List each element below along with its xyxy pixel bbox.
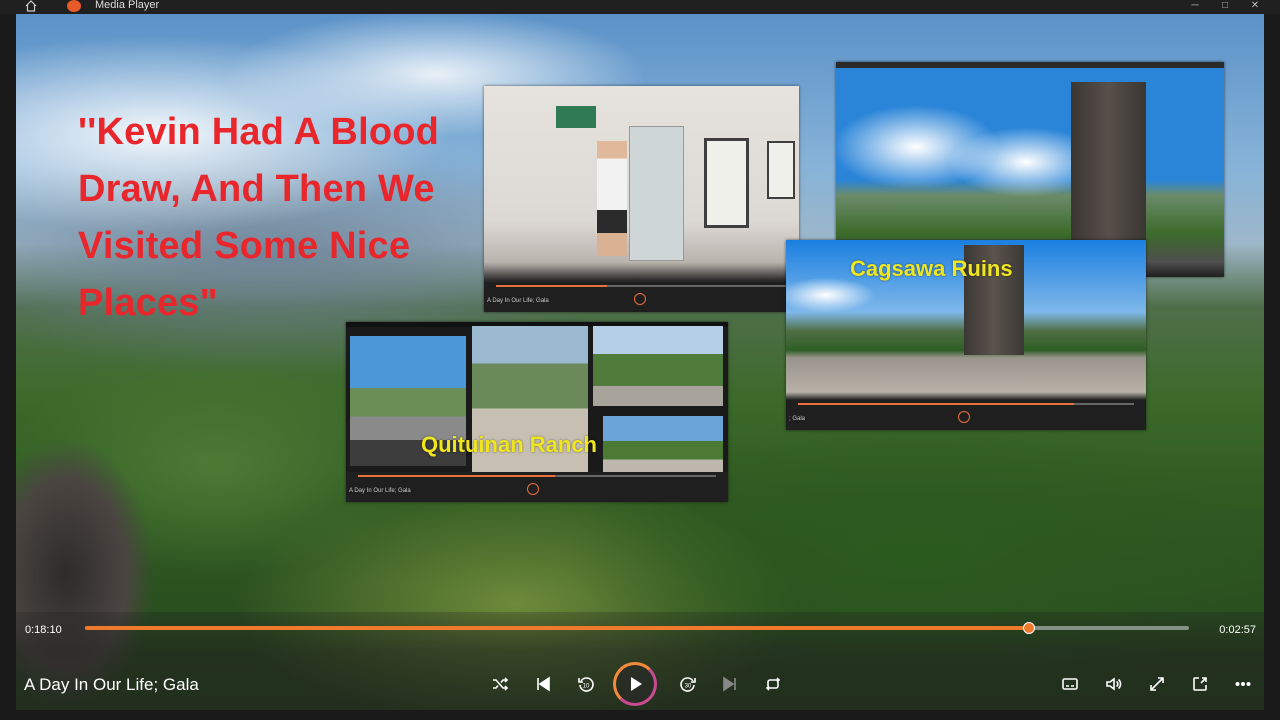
shuffle-icon [493, 677, 509, 691]
maximize-button[interactable]: □ [1210, 0, 1240, 12]
media-title: A Day In Our Life; Gala [24, 675, 199, 694]
play-button[interactable] [613, 662, 657, 706]
more-options-button[interactable] [1229, 670, 1257, 698]
seek-bar[interactable] [85, 622, 1189, 634]
video-frame[interactable]: ''Kevin Had A Blood Draw, And Then We Vi… [16, 14, 1264, 710]
notice-board-small [767, 141, 795, 199]
forward-30-button[interactable]: 30 [674, 670, 702, 698]
ranch-photo-4 [603, 416, 723, 478]
svg-text:30: 30 [685, 684, 692, 690]
play-icon [631, 677, 642, 691]
captions-button[interactable] [1056, 670, 1084, 698]
miniplayer-button[interactable] [1186, 670, 1214, 698]
more-icon [1235, 682, 1251, 687]
svg-text:10: 10 [583, 684, 590, 690]
next-button[interactable] [716, 670, 744, 698]
forward-30-icon: 30 [680, 677, 696, 692]
shuffle-button[interactable] [486, 670, 514, 698]
embedded-title: ; Gala [789, 416, 806, 422]
label-cagsawa-ruins: Cagsawa Ruins [850, 256, 1013, 281]
duration: 0:02:57 [1219, 624, 1256, 636]
title-bar: Media Player ─ □ ✕ [0, 0, 1280, 14]
captions-icon [1062, 678, 1078, 690]
lab-sign [556, 106, 596, 128]
repeat-icon [765, 677, 781, 691]
embedded-title: A Day In Our Life; Gala [349, 488, 411, 494]
embedded-control-bar: ; Gala [786, 400, 1146, 430]
video-headline: ''Kevin Had A Blood Draw, And Then We Vi… [78, 111, 440, 324]
volume-button[interactable] [1100, 670, 1128, 698]
repeat-button[interactable] [759, 670, 787, 698]
previous-button[interactable] [529, 670, 557, 698]
embedded-control-bar: A Day In Our Life; Gala [484, 282, 799, 312]
ranch-photo-3 [593, 326, 723, 406]
previous-icon [537, 676, 550, 692]
app-icon [67, 0, 81, 12]
window-title: Media Player [95, 0, 160, 11]
current-time: 0:18:10 [25, 624, 62, 636]
seek-thumb[interactable] [1022, 622, 1035, 634]
embedded-play-icon [958, 411, 970, 423]
person-figure [597, 141, 627, 256]
embedded-title: A Day In Our Life; Gala [487, 298, 549, 304]
home-icon[interactable] [24, 0, 38, 12]
close-button[interactable]: ✕ [1240, 0, 1270, 12]
embedded-control-bar: A Day In Our Life; Gala [346, 472, 728, 502]
notice-board [704, 138, 749, 228]
fullscreen-button[interactable] [1143, 670, 1171, 698]
fullscreen-icon [1150, 677, 1164, 691]
rewind-10-button[interactable]: 10 [572, 670, 600, 698]
label-quituinan-ranch: Quituinan Ranch [421, 432, 597, 457]
player-controls: 0:18:10 0:02:57 A Day In Our Life; Gala … [16, 612, 1264, 710]
rewind-10-icon: 10 [578, 677, 594, 692]
embedded-play-icon [527, 483, 539, 495]
miniplayer-icon [1193, 677, 1207, 691]
ruins-tower [1071, 82, 1146, 242]
minimize-button[interactable]: ─ [1180, 0, 1210, 12]
embedded-play-icon [634, 293, 646, 305]
lab-door [629, 126, 684, 261]
embedded-screenshot-lab: A Day In Our Life; Gala [484, 86, 799, 312]
embedded-screenshot-ranch: A Day In Our Life; Gala [346, 322, 728, 502]
next-icon [723, 676, 736, 692]
seek-progress [85, 626, 1029, 630]
volume-icon [1106, 677, 1122, 691]
